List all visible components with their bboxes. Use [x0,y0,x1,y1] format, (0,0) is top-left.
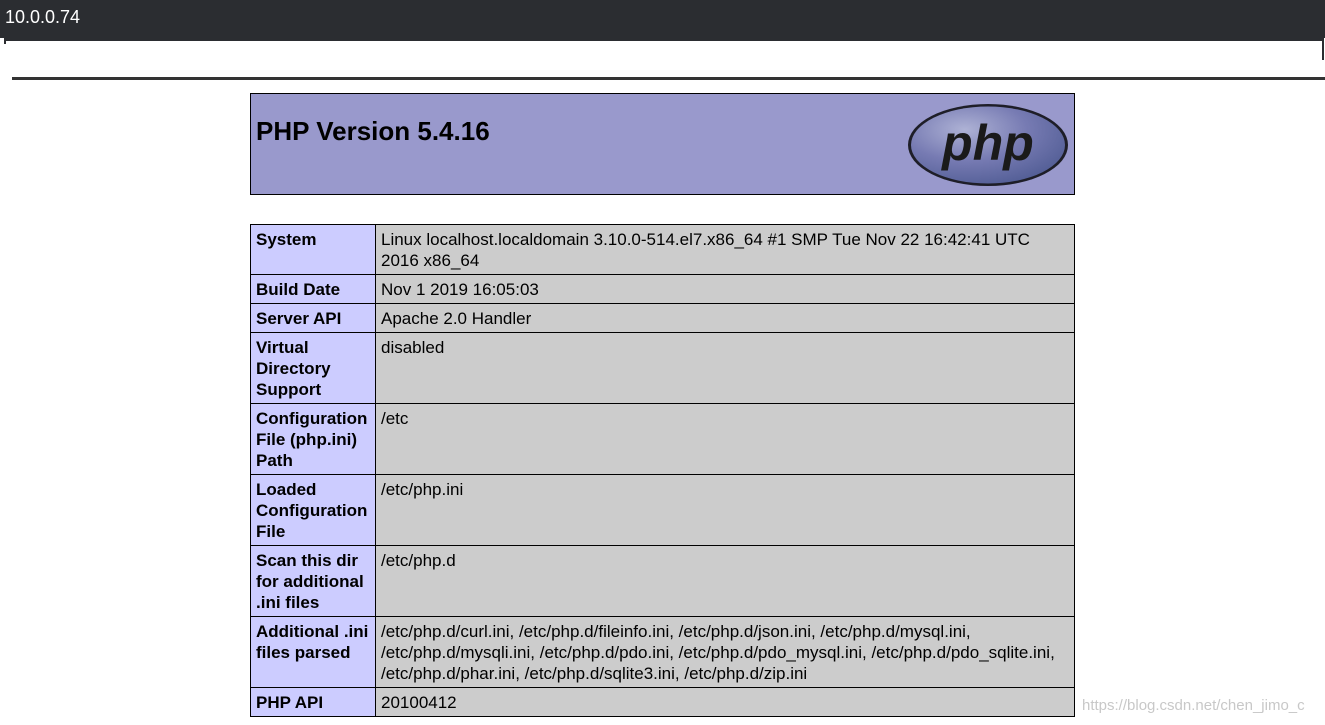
table-row: System Linux localhost.localdomain 3.10.… [250,224,1075,275]
horizontal-rule [12,77,1325,80]
php-info-table: System Linux localhost.localdomain 3.10.… [250,224,1075,717]
window-title: 10.0.0.74 [5,7,81,27]
row-key: Additional .ini files parsed [250,616,376,688]
row-key: Configuration File (php.ini) Path [250,403,376,475]
row-value: Linux localhost.localdomain 3.10.0-514.e… [375,224,1075,275]
table-row: Server API Apache 2.0 Handler [250,303,1075,333]
row-key: Build Date [250,274,376,304]
row-key: Server API [250,303,376,333]
table-row: PHP API 20100412 [250,687,1075,717]
table-row: Configuration File (php.ini) Path /etc [250,403,1075,475]
php-logo-icon[interactable]: php [906,102,1070,188]
row-value: 20100412 [375,687,1075,717]
row-value: /etc [375,403,1075,475]
table-row: Scan this dir for additional .ini files … [250,545,1075,617]
row-key: PHP API [250,687,376,717]
php-logo-text: php [940,115,1034,171]
row-value: Apache 2.0 Handler [375,303,1075,333]
watermark: https://blog.csdn.net/chen_jimo_c [1082,697,1305,714]
row-value: /etc/php.d [375,545,1075,617]
title-bar-border [4,38,1324,41]
row-value: disabled [375,332,1075,404]
row-key: Virtual Directory Support [250,332,376,404]
table-row: Build Date Nov 1 2019 16:05:03 [250,274,1075,304]
row-key: System [250,224,376,275]
page: 10.0.0.74 PHP Version 5.4.16 php System … [0,0,1325,725]
row-key: Scan this dir for additional .ini files [250,545,376,617]
php-version-header: PHP Version 5.4.16 php [250,93,1075,195]
page-title: PHP Version 5.4.16 [256,116,490,146]
title-bar-edge-right [1322,38,1324,60]
table-row: Loaded Configuration File /etc/php.ini [250,474,1075,546]
title-bar-edge-left [4,38,6,44]
row-value: /etc/php.ini [375,474,1075,546]
row-value: /etc/php.d/curl.ini, /etc/php.d/fileinfo… [375,616,1075,688]
row-value: Nov 1 2019 16:05:03 [375,274,1075,304]
row-key: Loaded Configuration File [250,474,376,546]
table-row: Virtual Directory Support disabled [250,332,1075,404]
window-title-bar: 10.0.0.74 [0,0,1325,38]
table-row: Additional .ini files parsed /etc/php.d/… [250,616,1075,688]
